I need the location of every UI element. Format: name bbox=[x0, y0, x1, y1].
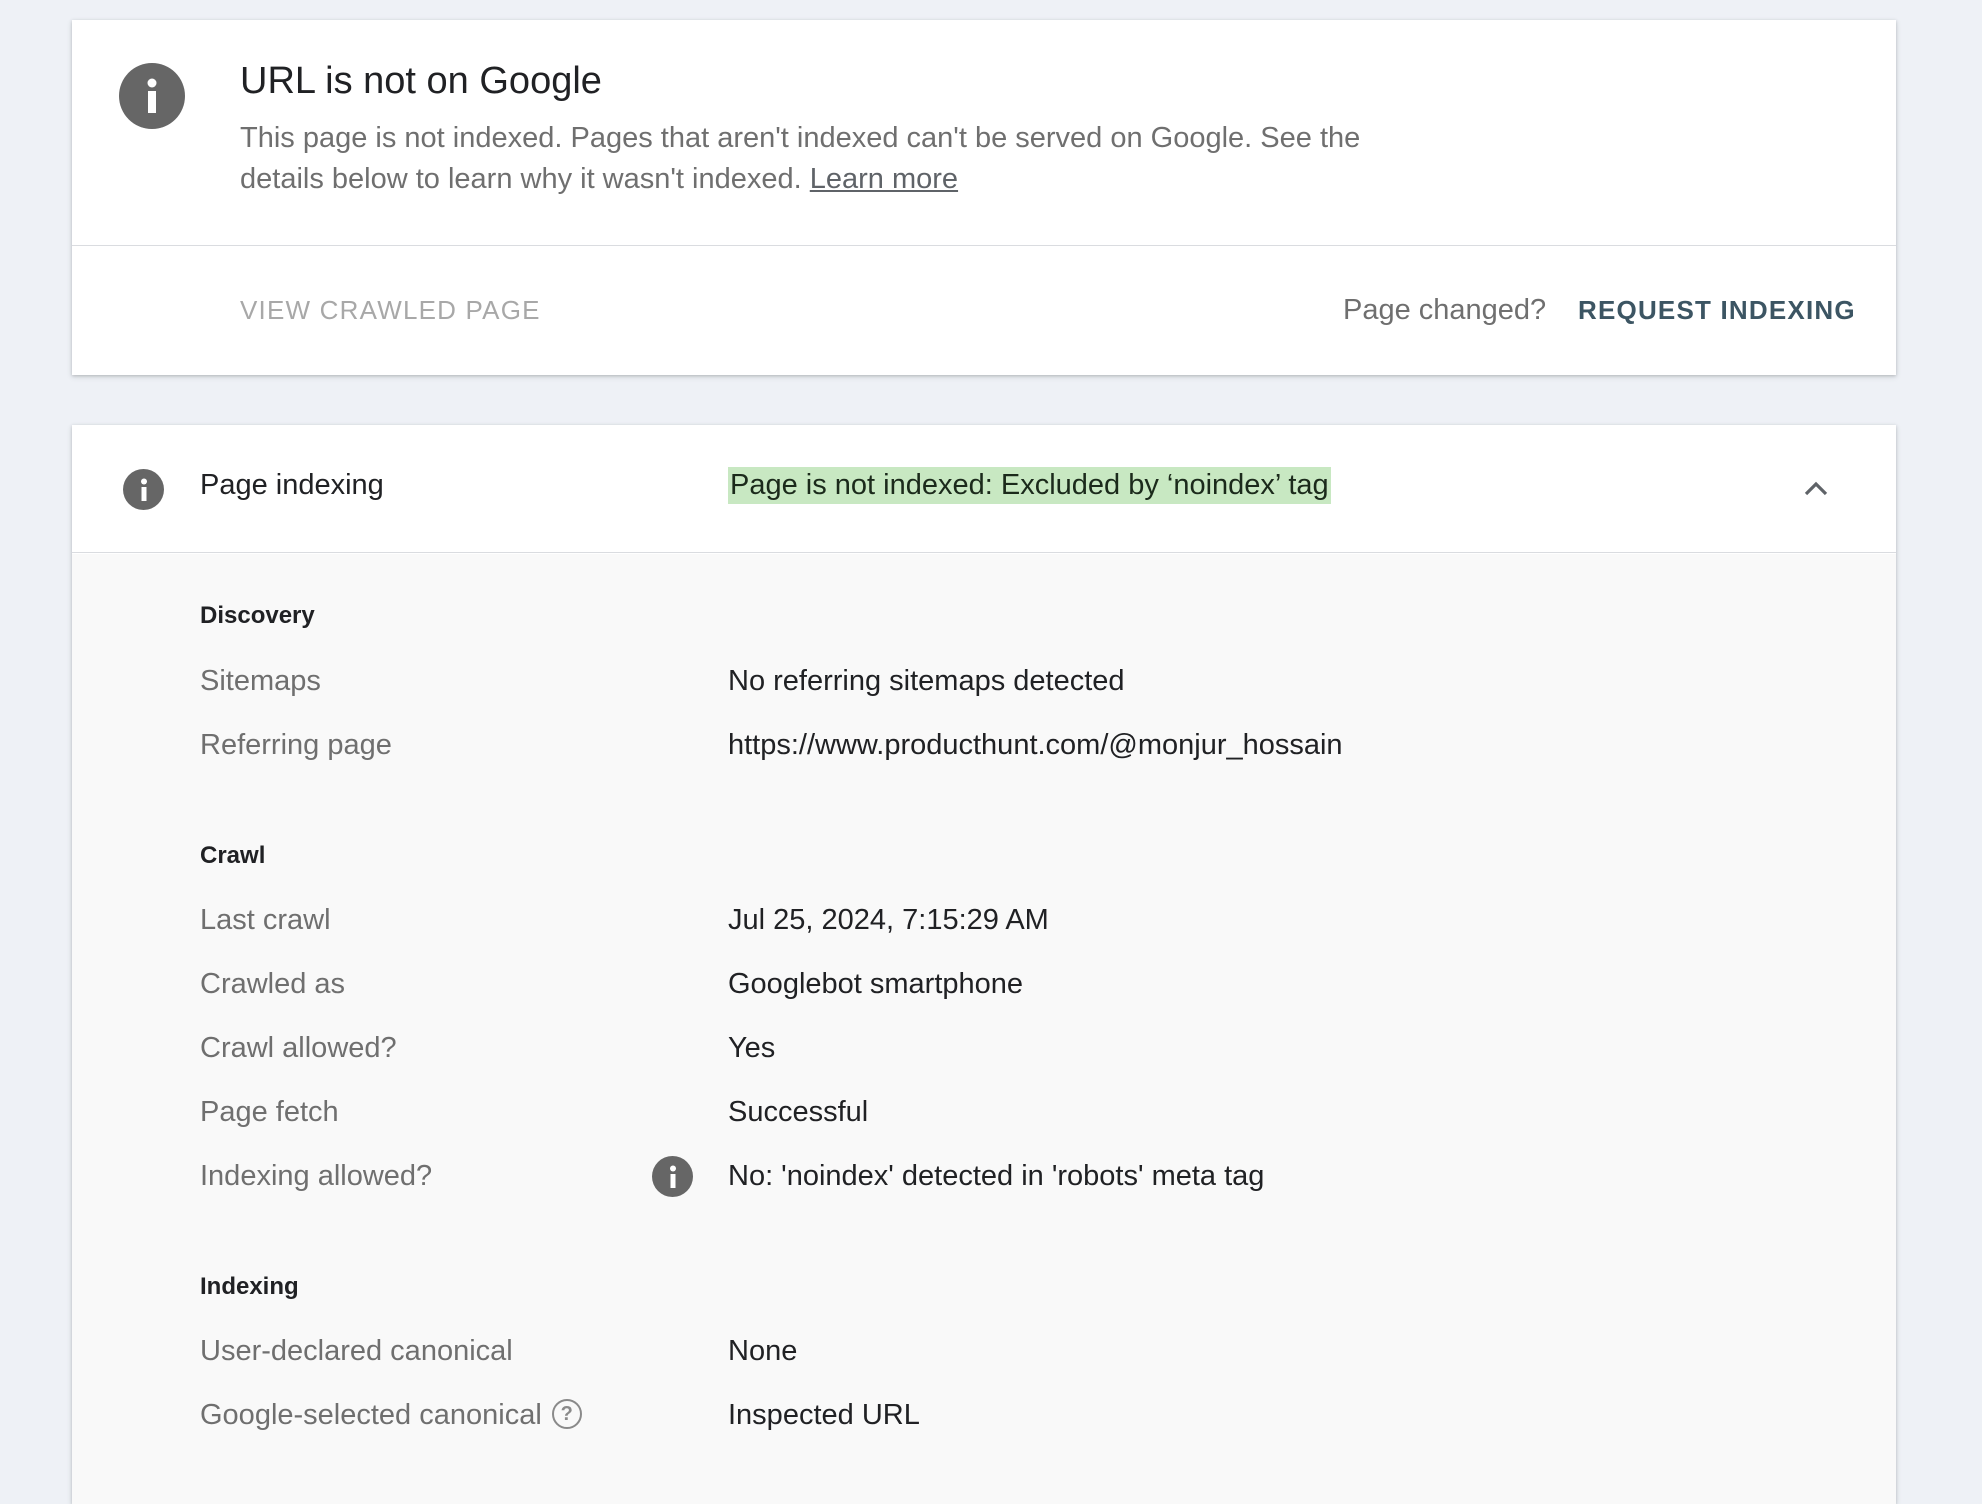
learn-more-link[interactable]: Learn more bbox=[810, 163, 958, 195]
section-heading-indexing: Indexing bbox=[200, 1273, 299, 1300]
status-description-text: This page is not indexed. Pages that are… bbox=[240, 122, 1361, 195]
sitemaps-value: No referring sitemaps detected bbox=[728, 665, 1125, 697]
view-crawled-page-button[interactable]: VIEW CRAWLED PAGE bbox=[240, 295, 541, 326]
help-icon[interactable]: ? bbox=[551, 1399, 582, 1430]
crawl-allowed-value: Yes bbox=[728, 1032, 776, 1064]
crawl-allowed-label: Crawl allowed? bbox=[200, 1032, 397, 1064]
section-heading-discovery: Discovery bbox=[200, 602, 315, 629]
google-selected-canonical-value: Inspected URL bbox=[728, 1399, 920, 1431]
request-indexing-button[interactable]: REQUEST INDEXING bbox=[1578, 295, 1856, 326]
user-declared-canonical-label: User-declared canonical bbox=[200, 1335, 513, 1367]
referring-page-value[interactable]: https://www.producthunt.com/@monjur_hoss… bbox=[728, 729, 1343, 762]
page-indexing-header[interactable]: Page indexing Page is not indexed: Exclu… bbox=[72, 425, 1896, 553]
status-description: This page is not indexed. Pages that are… bbox=[240, 118, 1440, 200]
crawled-as-value: Googlebot smartphone bbox=[728, 968, 1024, 1000]
page-indexing-label: Page indexing bbox=[200, 469, 384, 501]
crawled-as-label: Crawled as bbox=[200, 968, 346, 1000]
page-changed-label: Page changed? bbox=[1343, 294, 1547, 326]
indexing-allowed-value: No: 'noindex' detected in 'robots' meta … bbox=[728, 1160, 1265, 1192]
info-icon[interactable] bbox=[652, 1156, 693, 1197]
page-indexing-status: Page is not indexed: Excluded by ‘noinde… bbox=[728, 467, 1331, 504]
last-crawl-label: Last crawl bbox=[200, 904, 331, 936]
google-selected-canonical-label: Google-selected canonical bbox=[200, 1399, 542, 1431]
page-indexing-card: Page indexing Page is not indexed: Exclu… bbox=[72, 425, 1896, 1504]
url-status-card: URL is not on Google This page is not in… bbox=[72, 20, 1896, 375]
chevron-up-icon[interactable] bbox=[1798, 471, 1834, 507]
page-indexing-details: Discovery Sitemaps No referring sitemaps… bbox=[72, 554, 1896, 1504]
info-icon bbox=[119, 63, 185, 129]
indexing-allowed-label: Indexing allowed? bbox=[200, 1160, 433, 1192]
referring-page-label: Referring page bbox=[200, 729, 392, 761]
page-fetch-label: Page fetch bbox=[200, 1096, 339, 1128]
status-actions: VIEW CRAWLED PAGE Page changed? REQUEST … bbox=[72, 247, 1896, 375]
status-summary: URL is not on Google This page is not in… bbox=[72, 20, 1896, 246]
user-declared-canonical-value: None bbox=[728, 1335, 798, 1367]
last-crawl-value: Jul 25, 2024, 7:15:29 AM bbox=[728, 904, 1049, 936]
section-heading-crawl: Crawl bbox=[200, 842, 266, 869]
info-icon bbox=[123, 469, 164, 510]
google-selected-canonical-row: Google-selected canonical? bbox=[200, 1399, 582, 1432]
sitemaps-label: Sitemaps bbox=[200, 665, 321, 697]
status-title: URL is not on Google bbox=[240, 60, 602, 102]
page-fetch-value: Successful bbox=[728, 1096, 869, 1128]
